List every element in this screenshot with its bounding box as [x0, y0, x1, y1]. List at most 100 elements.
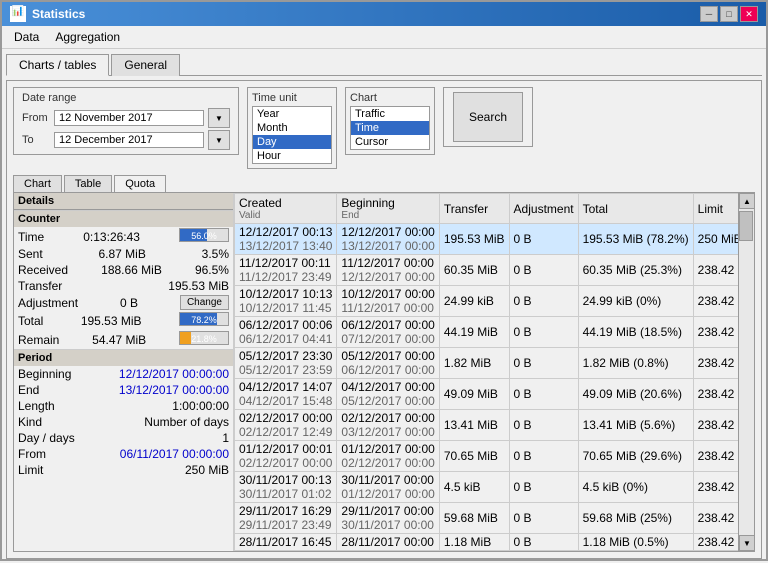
table-row[interactable]: 29/11/2017 16:2929/11/2017 23:49 29/11/2…: [235, 503, 739, 534]
cell-created: 05/12/2017 23:3005/12/2017 23:59: [235, 348, 337, 379]
cell-created: 10/12/2017 10:1310/12/2017 11:45: [235, 286, 337, 317]
from-input[interactable]: [54, 110, 204, 126]
cell-created: 28/11/2017 16:45: [235, 534, 337, 551]
scroll-up-button[interactable]: ▲: [739, 193, 755, 209]
menu-bar: Data Aggregation: [2, 26, 766, 49]
main-window: 📊 Statistics ─ □ ✕ Data Aggregation Char…: [0, 0, 768, 561]
cell-limit: 238.42 MiB: [693, 379, 738, 410]
tab-charts-tables[interactable]: Charts / tables: [6, 54, 109, 76]
chart-time[interactable]: Time: [351, 121, 429, 135]
cell-transfer: 44.19 MiB: [439, 317, 509, 348]
from-calendar-button[interactable]: ▼: [208, 108, 230, 128]
left-row-remain: Remain 54.47 MiB 21.8%: [14, 330, 233, 349]
search-button[interactable]: Search: [453, 92, 523, 142]
time-progress-wrap: 56.0%: [179, 228, 229, 245]
table-wrap[interactable]: CreatedValid BeginningEnd Transfer Adjus…: [234, 193, 738, 551]
inner-tab-table[interactable]: Table: [64, 175, 112, 192]
scroll-thumb[interactable]: [739, 211, 753, 241]
cell-created: 29/11/2017 16:2929/11/2017 23:49: [235, 503, 337, 534]
close-button[interactable]: ✕: [740, 6, 758, 22]
time-unit-year[interactable]: Year: [253, 107, 331, 121]
scroll-down-button[interactable]: ▼: [739, 535, 755, 551]
app-icon: 📊: [10, 6, 26, 22]
chart-traffic[interactable]: Traffic: [351, 107, 429, 121]
left-row-daydays: Day / days 1: [14, 430, 233, 446]
daydays-label: Day / days: [18, 431, 75, 445]
menu-aggregation[interactable]: Aggregation: [47, 28, 128, 46]
cell-adjustment: 0 B: [509, 348, 578, 379]
table-row[interactable]: 11/12/2017 00:1111/12/2017 23:49 11/12/2…: [235, 255, 739, 286]
cell-beginning: 10/12/2017 00:0011/12/2017 00:00: [337, 286, 439, 317]
table-row[interactable]: 04/12/2017 14:0704/12/2017 15:48 04/12/2…: [235, 379, 739, 410]
inner-tab-quota[interactable]: Quota: [114, 175, 166, 192]
chart-cursor[interactable]: Cursor: [351, 135, 429, 149]
date-range-box: Date range From ▼ To ▼: [13, 87, 239, 155]
cell-transfer: 1.82 MiB: [439, 348, 509, 379]
inner-tab-chart[interactable]: Chart: [13, 175, 62, 192]
time-progress-label: 56.0%: [180, 229, 228, 243]
limit-value: 250 MiB: [185, 463, 229, 477]
main-panel: Date range From ▼ To ▼ Time unit: [6, 80, 762, 559]
transfer-value: 195.53 MiB: [168, 279, 229, 293]
total-progress-bar: 78.2%: [179, 312, 229, 326]
to-calendar-button[interactable]: ▼: [208, 130, 230, 150]
cell-beginning: 11/12/2017 00:0012/12/2017 00:00: [337, 255, 439, 286]
left-panel: Details Counter Time 0:13:26:43 56.0%: [14, 193, 234, 551]
table-row[interactable]: 01/12/2017 00:0102/12/2017 00:00 01/12/2…: [235, 441, 739, 472]
left-row-kind: Kind Number of days: [14, 414, 233, 430]
cell-limit: 238.42 MiB: [693, 410, 738, 441]
cell-total: 13.41 MiB (5.6%): [578, 410, 693, 441]
received-label: Received: [18, 263, 68, 277]
time-progress-bar: 56.0%: [179, 228, 229, 242]
table-row[interactable]: 02/12/2017 00:0002/12/2017 12:49 02/12/2…: [235, 410, 739, 441]
cell-beginning: 01/12/2017 00:0002/12/2017 00:00: [337, 441, 439, 472]
change-button[interactable]: Change: [180, 295, 229, 310]
cell-limit: 238.42 MiB: [693, 472, 738, 503]
cell-total: 1.18 MiB (0.5%): [578, 534, 693, 551]
table-row[interactable]: 06/12/2017 00:0606/12/2017 04:41 06/12/2…: [235, 317, 739, 348]
window-controls: ─ □ ✕: [700, 6, 758, 22]
cell-adjustment: 0 B: [509, 410, 578, 441]
minimize-button[interactable]: ─: [700, 6, 718, 22]
total-value: 195.53 MiB: [81, 314, 142, 328]
time-unit-day[interactable]: Day: [253, 135, 331, 149]
cell-total: 70.65 MiB (29.6%): [578, 441, 693, 472]
table-row[interactable]: 12/12/2017 00:1313/12/2017 13:40 12/12/2…: [235, 224, 739, 255]
cell-beginning: 30/11/2017 00:0001/12/2017 00:00: [337, 472, 439, 503]
beginning-label: Beginning: [18, 367, 71, 381]
cell-transfer: 13.41 MiB: [439, 410, 509, 441]
col-limit: Limit: [693, 194, 738, 224]
date-range-title: Date range: [22, 92, 230, 104]
data-area: Details Counter Time 0:13:26:43 56.0%: [13, 192, 755, 552]
table-row[interactable]: 05/12/2017 23:3005/12/2017 23:59 05/12/2…: [235, 348, 739, 379]
cell-adjustment: 0 B: [509, 503, 578, 534]
top-controls-row: Date range From ▼ To ▼ Time unit: [13, 87, 755, 169]
cell-created: 06/12/2017 00:0606/12/2017 04:41: [235, 317, 337, 348]
cell-limit: 250 MiB: [693, 224, 738, 255]
cell-created: 30/11/2017 00:1330/11/2017 01:02: [235, 472, 337, 503]
adjustment-label: Adjustment: [18, 296, 78, 310]
cell-beginning: 05/12/2017 00:0006/12/2017 00:00: [337, 348, 439, 379]
table-row[interactable]: 28/11/2017 16:45 28/11/2017 00:00 1.18 M…: [235, 534, 739, 551]
tab-general[interactable]: General: [111, 54, 180, 76]
time-unit-month[interactable]: Month: [253, 121, 331, 135]
title-bar: 📊 Statistics ─ □ ✕: [2, 2, 766, 26]
to-input[interactable]: [54, 132, 204, 148]
cell-created: 11/12/2017 00:1111/12/2017 23:49: [235, 255, 337, 286]
table-row[interactable]: 30/11/2017 00:1330/11/2017 01:02 30/11/2…: [235, 472, 739, 503]
length-value: 1:00:00:00: [172, 399, 229, 413]
cell-beginning: 28/11/2017 00:00: [337, 534, 439, 551]
cell-beginning: 06/12/2017 00:0007/12/2017 00:00: [337, 317, 439, 348]
cell-limit: 238.42 MiB: [693, 441, 738, 472]
maximize-button[interactable]: □: [720, 6, 738, 22]
left-row-time: Time 0:13:26:43 56.0%: [14, 227, 233, 246]
transfer-label: Transfer: [18, 279, 62, 293]
cell-adjustment: 0 B: [509, 286, 578, 317]
menu-data[interactable]: Data: [6, 28, 47, 46]
cell-transfer: 70.65 MiB: [439, 441, 509, 472]
left-row-total: Total 195.53 MiB 78.2%: [14, 311, 233, 330]
cell-adjustment: 0 B: [509, 255, 578, 286]
left-row-adjustment: Adjustment 0 B Change: [14, 294, 233, 311]
time-unit-hour[interactable]: Hour: [253, 149, 331, 163]
table-row[interactable]: 10/12/2017 10:1310/12/2017 11:45 10/12/2…: [235, 286, 739, 317]
